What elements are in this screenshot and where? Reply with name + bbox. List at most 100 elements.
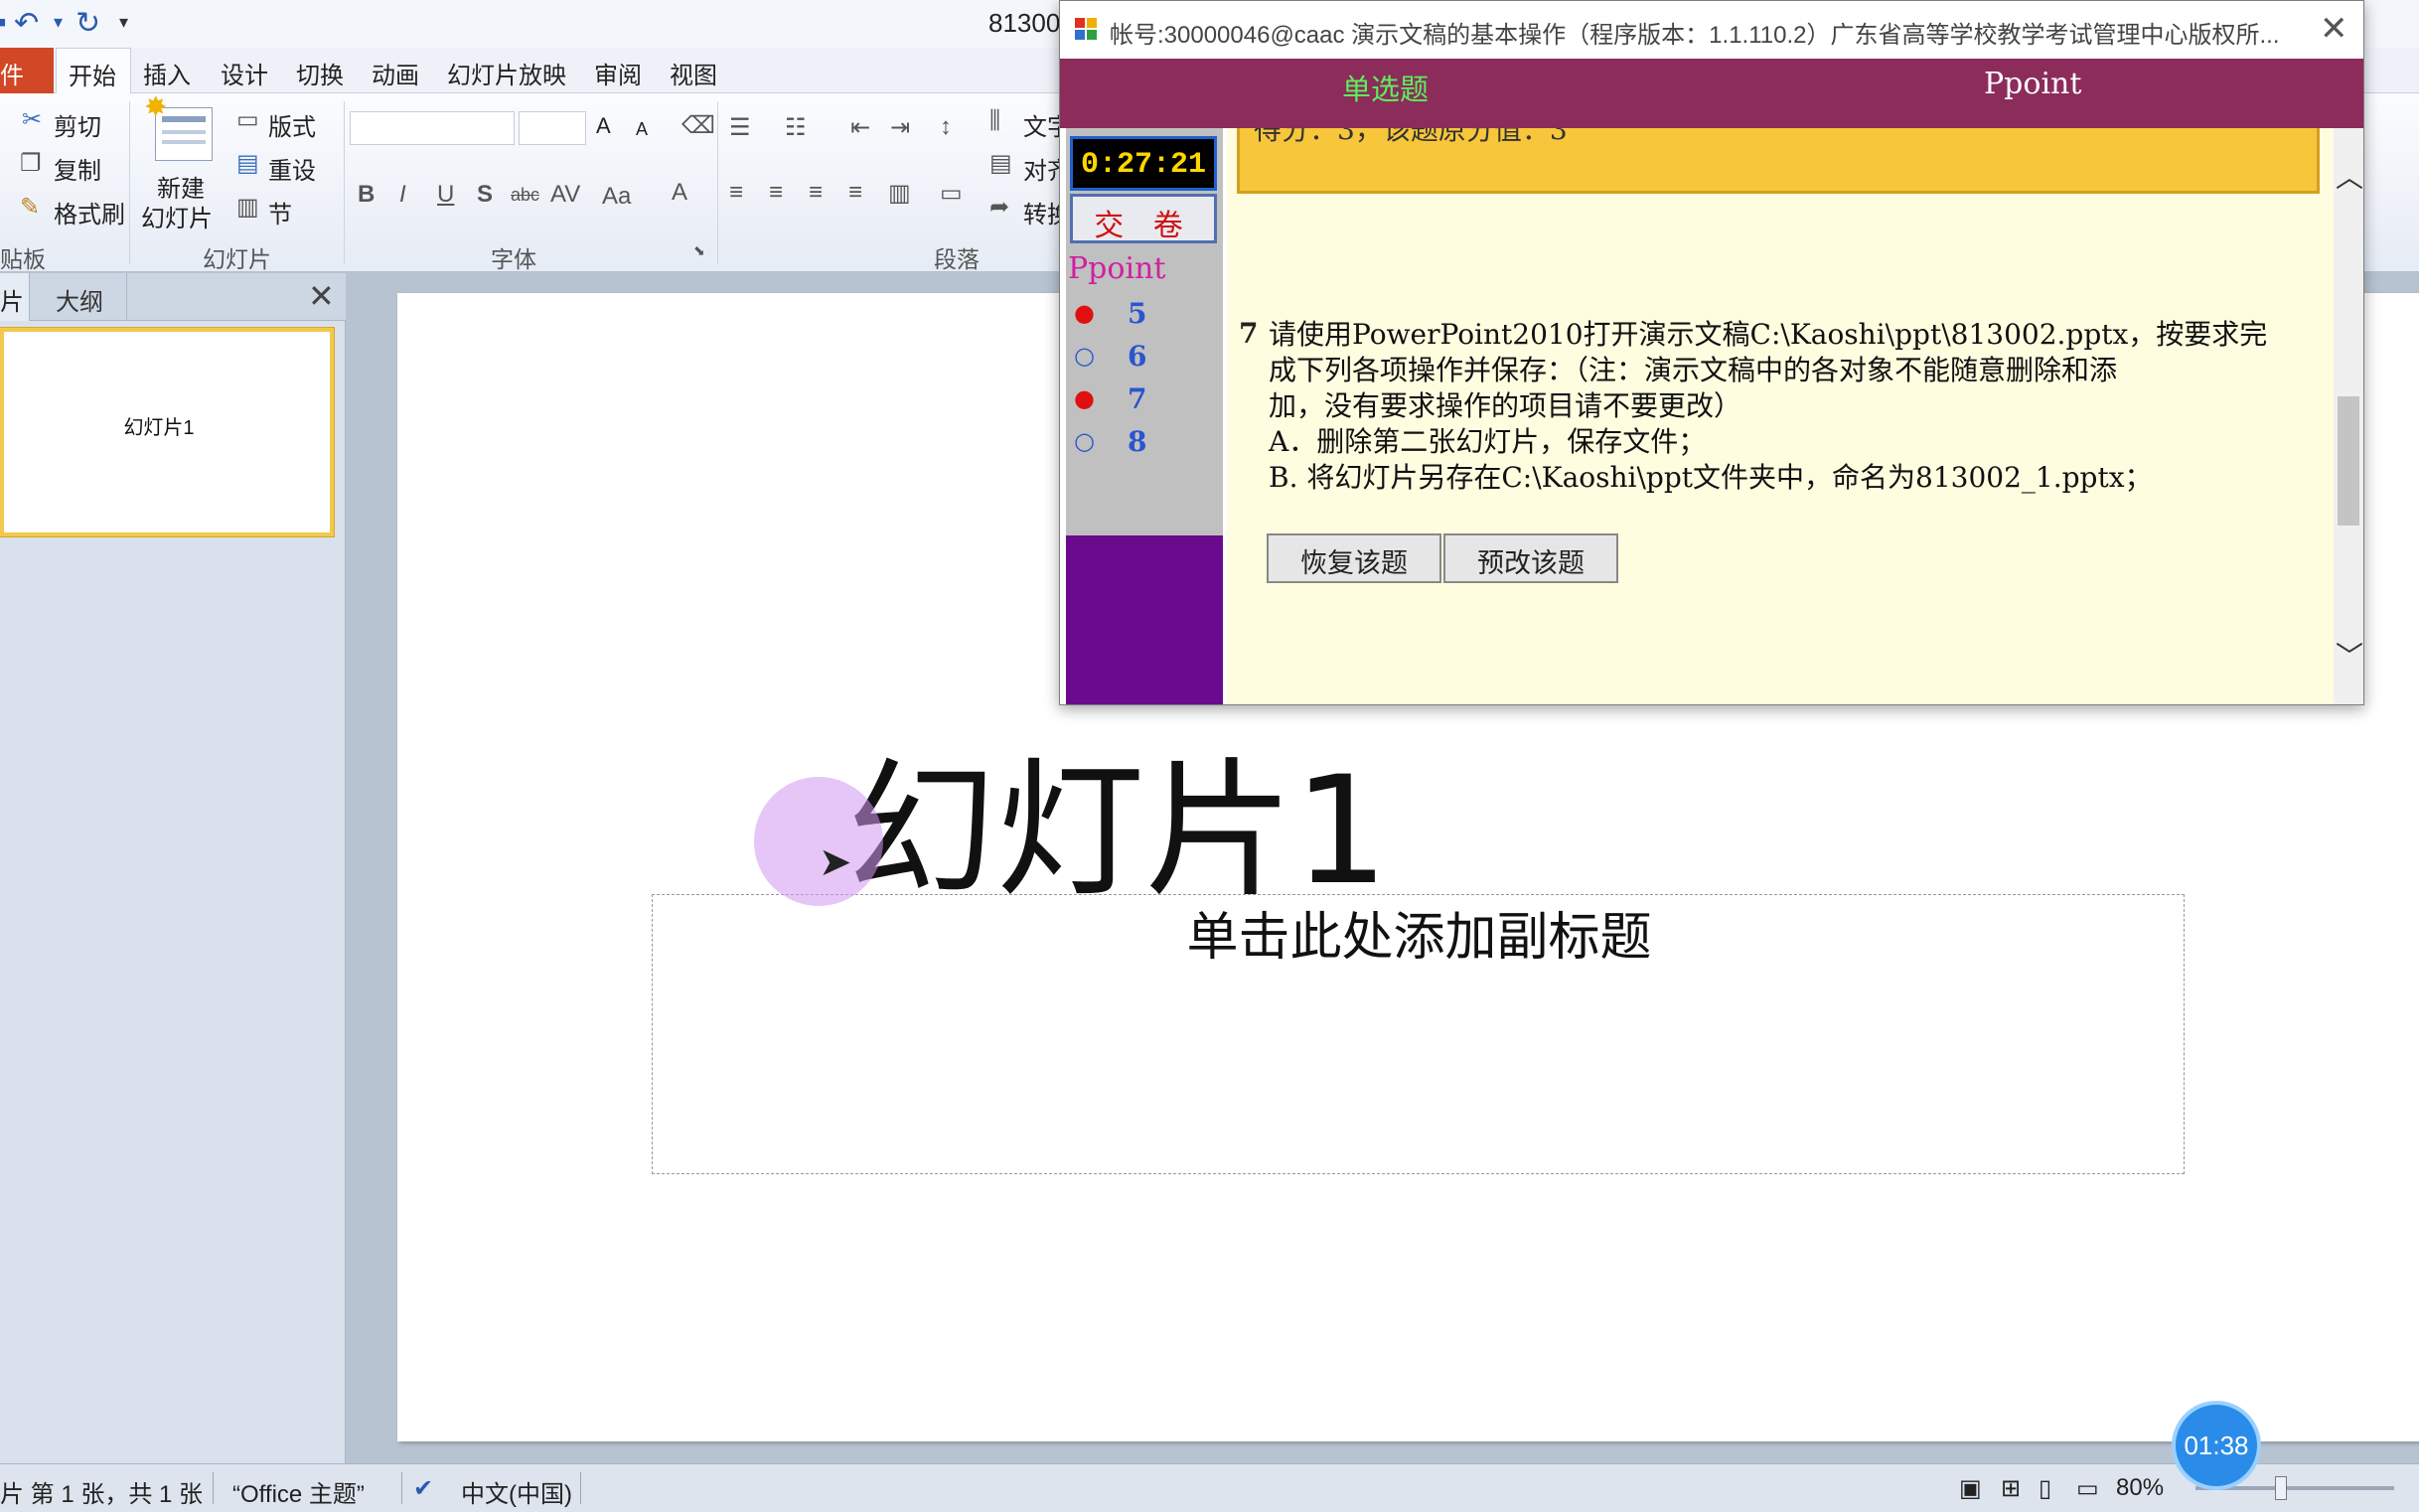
tab-home[interactable]: 开始 xyxy=(56,48,131,94)
customize-toolbar-icon[interactable]: ▾ xyxy=(119,12,128,33)
window-title: 81300 xyxy=(988,8,1061,38)
sidebar-footer-panel xyxy=(1066,535,1223,704)
shrink-font-button[interactable]: A xyxy=(636,119,648,140)
tab-view[interactable]: 视图 xyxy=(670,56,717,90)
question-nav-5[interactable]: ● 5 xyxy=(1074,297,1213,337)
status-bar: 片 第 1 张，共 1 张 “Office 主题” ✔ 中文(中国) ▣ ⊞ ▯… xyxy=(0,1463,2419,1512)
group-separator xyxy=(129,101,130,264)
tab-review[interactable]: 审阅 xyxy=(594,56,642,90)
shadow-button[interactable]: S xyxy=(477,181,493,209)
smartart-icon: ➦ xyxy=(989,194,1010,221)
exam-sidebar: 0:27:21 交 卷 Ppoint ● 5 ○ 6 ● 7 ○ 8 xyxy=(1066,128,1223,704)
recording-timer-badge[interactable]: 01:38 xyxy=(2172,1401,2261,1490)
subtitle-placeholder[interactable]: 单击此处添加副标题 xyxy=(652,894,2185,1174)
exam-title-bar: 帐号:30000046@caac 演示文稿的基本操作（程序版本：1.1.110.… xyxy=(1060,1,2363,59)
tab-transitions[interactable]: 切换 xyxy=(296,56,344,90)
close-icon[interactable]: ✕ xyxy=(308,277,335,315)
unanswered-circle-icon: ○ xyxy=(1074,342,1095,370)
slide-thumbnail[interactable]: 幻灯片1 xyxy=(0,328,334,536)
exam-window: 帐号:30000046@caac 演示文稿的基本操作（程序版本：1.1.110.… xyxy=(1059,0,2364,705)
font-size-select[interactable] xyxy=(519,111,586,145)
panel-tabs: 片 大纲 ✕ xyxy=(0,273,346,321)
chevron-up-icon[interactable]: ︿ xyxy=(2336,156,2363,196)
undo-dropdown-icon[interactable]: ▾ xyxy=(54,12,63,33)
save-icon[interactable]: ▪ xyxy=(0,6,7,40)
reset-icon: ▤ xyxy=(236,150,259,177)
scrollbar-thumb[interactable] xyxy=(2338,396,2359,526)
align-left-icon[interactable]: ≡ xyxy=(729,179,743,207)
close-icon[interactable]: ✕ xyxy=(2320,9,2348,49)
char-spacing-button[interactable]: AV xyxy=(550,181,580,209)
question-nav-6[interactable]: ○ 6 xyxy=(1074,340,1213,379)
thumbnail-title: 幻灯片1 xyxy=(123,417,195,439)
answered-dot-icon: ● xyxy=(1074,299,1095,327)
line-spacing-icon[interactable]: ↕ xyxy=(940,113,952,141)
font-group-label: 字体 xyxy=(491,246,536,272)
redo-icon[interactable]: ↻ xyxy=(76,6,100,41)
italic-button[interactable]: I xyxy=(399,181,406,209)
theme-name: “Office 主题” xyxy=(232,1481,365,1508)
underline-button[interactable]: U xyxy=(437,181,454,209)
text-box-icon[interactable]: ▭ xyxy=(940,179,963,208)
tab-slides[interactable]: 片 xyxy=(0,273,30,321)
tab-slideshow[interactable]: 幻灯片放映 xyxy=(447,56,566,90)
slide-sorter-icon[interactable]: ⊞ xyxy=(2001,1474,2021,1503)
cut-button[interactable]: 剪切 xyxy=(54,107,101,142)
spellcheck-icon[interactable]: ✔ xyxy=(413,1474,433,1503)
layout-button[interactable]: 版式 xyxy=(268,107,316,142)
status-separator xyxy=(213,1472,214,1504)
tab-outline[interactable]: 大纲 xyxy=(38,273,127,321)
answered-dot-icon: ● xyxy=(1074,384,1095,412)
zoom-level[interactable]: 80% xyxy=(2116,1474,2164,1502)
question-nav-8[interactable]: ○ 8 xyxy=(1074,425,1213,465)
chevron-down-icon[interactable]: ﹀ xyxy=(2336,635,2363,675)
zoom-slider-handle[interactable] xyxy=(2275,1476,2287,1500)
columns-icon[interactable]: ▥ xyxy=(888,179,911,208)
question-number: 7 xyxy=(1239,317,1259,350)
preview-question-button[interactable]: 预改该题 xyxy=(1443,533,1618,583)
group-separator xyxy=(344,101,345,264)
score-text: 得分：3，该题原分值：3 xyxy=(1254,128,1568,146)
submit-exam-button[interactable]: 交 卷 xyxy=(1070,194,1217,243)
question-nav-7[interactable]: ● 7 xyxy=(1074,382,1213,422)
question-line: 成下列各项操作并保存：（注：演示文稿中的各对象不能随意删除和添 xyxy=(1269,354,2118,386)
justify-icon[interactable]: ≡ xyxy=(848,179,862,207)
clipboard-group-label: 贴板 xyxy=(0,246,46,272)
tab-insert[interactable]: 插入 xyxy=(143,56,191,90)
slideshow-view-icon[interactable]: ▭ xyxy=(2076,1474,2099,1503)
increase-indent-icon[interactable]: ⇥ xyxy=(890,113,910,142)
strikethrough-button[interactable]: abc xyxy=(511,185,539,206)
numbering-icon[interactable]: ☷ xyxy=(785,113,807,142)
reset-button[interactable]: 重设 xyxy=(268,151,316,186)
normal-view-icon[interactable]: ▣ xyxy=(1959,1474,1982,1503)
tab-file[interactable]: 件 xyxy=(0,48,54,93)
question-panel: 得分：3，该题原分值：3 7 请使用PowerPoint2010打开演示文稿C:… xyxy=(1227,128,2334,704)
reading-view-icon[interactable]: ▯ xyxy=(2039,1474,2051,1503)
question-scrollbar[interactable]: ︿ ﹀ xyxy=(2334,128,2363,704)
font-name-select[interactable] xyxy=(350,111,515,145)
section-button[interactable]: 节 xyxy=(268,195,292,229)
restore-question-button[interactable]: 恢复该题 xyxy=(1267,533,1441,583)
bullets-icon[interactable]: ☰ xyxy=(729,113,751,142)
scissors-icon: ✂ xyxy=(22,106,43,133)
decrease-indent-icon[interactable]: ⇤ xyxy=(850,113,870,142)
font-dialog-launcher-icon[interactable]: ⬊ xyxy=(693,242,705,259)
format-painter-button[interactable]: 格式刷 xyxy=(54,195,125,229)
question-line: 加，没有要求操作的项目请不要更改） xyxy=(1269,389,1742,422)
tab-design[interactable]: 设计 xyxy=(221,56,268,90)
bold-button[interactable]: B xyxy=(358,181,375,209)
align-center-icon[interactable]: ≡ xyxy=(769,179,783,207)
grow-font-button[interactable]: A xyxy=(596,113,611,139)
new-slide-icon[interactable]: ✸ xyxy=(144,91,213,161)
change-case-button[interactable]: Aa xyxy=(602,183,631,211)
undo-icon[interactable]: ↶ xyxy=(14,6,39,41)
question-nav-number: 8 xyxy=(1128,425,1147,458)
tab-animations[interactable]: 动画 xyxy=(372,56,419,90)
new-slide-dropdown[interactable]: 幻灯片 xyxy=(141,199,213,233)
question-nav-number: 6 xyxy=(1128,340,1147,373)
language[interactable]: 中文(中国) xyxy=(461,1474,572,1509)
font-color-button[interactable]: A xyxy=(672,179,687,207)
align-right-icon[interactable]: ≡ xyxy=(809,179,823,207)
clear-format-icon[interactable]: ⌫ xyxy=(681,111,715,140)
copy-button[interactable]: 复制 xyxy=(54,151,101,186)
